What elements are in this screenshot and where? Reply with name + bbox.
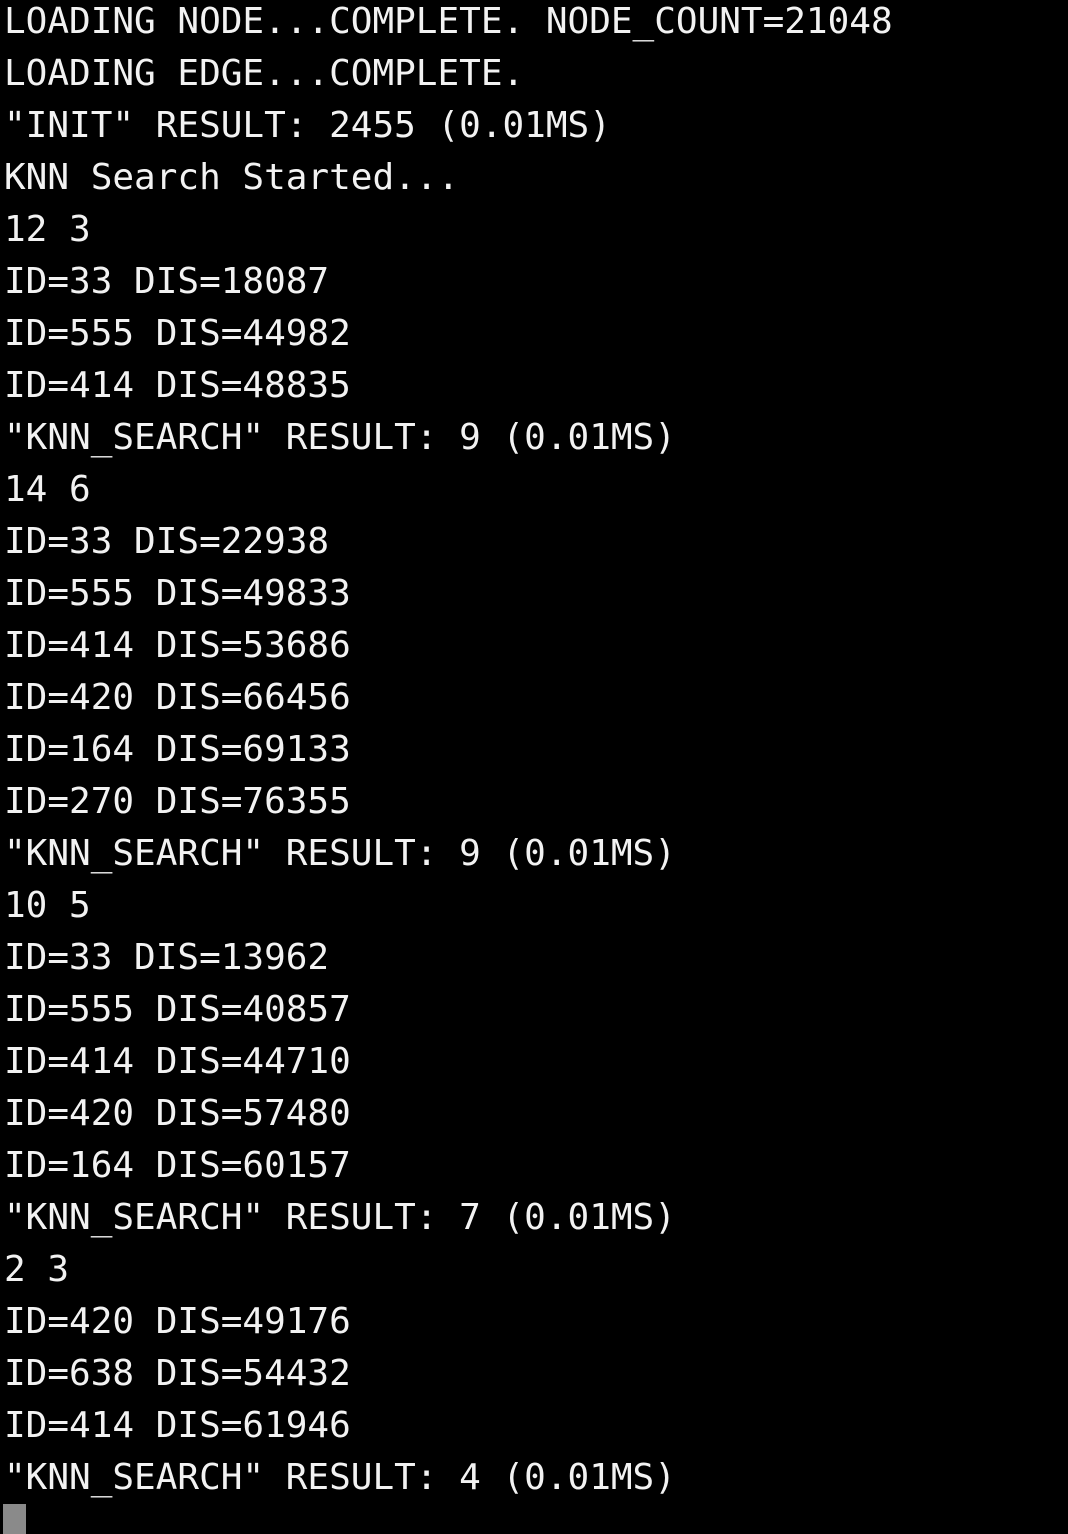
terminal-line: ID=555 DIS=40857 — [4, 989, 351, 1030]
terminal-line: KNN Search Started... — [4, 157, 460, 198]
terminal-line: ID=33 DIS=18087 — [4, 261, 330, 302]
terminal-window[interactable]: LOADING NODE...COMPLETE. NODE_COUNT=2104… — [0, 0, 1068, 1534]
terminal-line: 14 6 — [4, 469, 91, 510]
terminal-line: 12 3 — [4, 209, 91, 250]
terminal-line: ID=414 DIS=61946 — [4, 1405, 351, 1446]
terminal-line: 2 3 — [4, 1249, 70, 1290]
text-cursor — [3, 1504, 26, 1534]
terminal-line: ID=420 DIS=49176 — [4, 1301, 351, 1342]
terminal-line: ID=638 DIS=54432 — [4, 1353, 351, 1394]
terminal-line: ID=164 DIS=69133 — [4, 729, 351, 770]
terminal-line: ID=555 DIS=44982 — [4, 313, 351, 354]
terminal-line: 10 5 — [4, 885, 91, 926]
terminal-line: "KNN_SEARCH" RESULT: 9 (0.01MS) — [4, 417, 676, 458]
terminal-line: ID=414 DIS=48835 — [4, 365, 351, 406]
terminal-line: ID=270 DIS=76355 — [4, 781, 351, 822]
terminal-line: ID=33 DIS=22938 — [4, 521, 330, 562]
terminal-line: "INIT" RESULT: 2455 (0.01MS) — [4, 105, 611, 146]
terminal-line: ID=414 DIS=44710 — [4, 1041, 351, 1082]
terminal-line: "KNN_SEARCH" RESULT: 7 (0.01MS) — [4, 1197, 676, 1238]
terminal-output: LOADING NODE...COMPLETE. NODE_COUNT=2104… — [4, 0, 1064, 1504]
terminal-line: ID=164 DIS=60157 — [4, 1145, 351, 1186]
terminal-line: ID=420 DIS=57480 — [4, 1093, 351, 1134]
terminal-line: "KNN_SEARCH" RESULT: 4 (0.01MS) — [4, 1457, 676, 1498]
terminal-line: LOADING EDGE...COMPLETE. — [4, 53, 525, 94]
terminal-line: ID=33 DIS=13962 — [4, 937, 330, 978]
terminal-line: ID=414 DIS=53686 — [4, 625, 351, 666]
terminal-line: ID=555 DIS=49833 — [4, 573, 351, 614]
terminal-line: LOADING NODE...COMPLETE. NODE_COUNT=2104… — [4, 1, 893, 42]
terminal-line: ID=420 DIS=66456 — [4, 677, 351, 718]
terminal-line: "KNN_SEARCH" RESULT: 9 (0.01MS) — [4, 833, 676, 874]
